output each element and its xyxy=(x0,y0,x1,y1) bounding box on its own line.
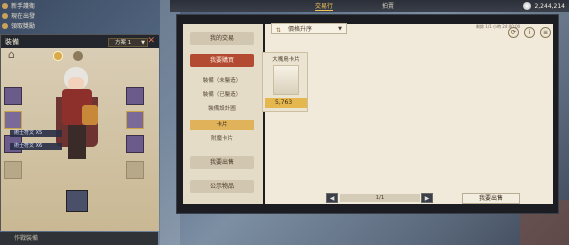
card-image xyxy=(273,65,299,95)
equipment-title: 裝備 xyxy=(5,37,19,46)
sidebar-notices[interactable]: 公示物品 xyxy=(190,180,254,193)
close-icon[interactable]: ✕ xyxy=(147,36,155,46)
top-left-row-2[interactable]: 現在出發 xyxy=(2,11,35,20)
equipment-tabs xyxy=(53,51,83,61)
right-controls-3: ≡ xyxy=(540,27,551,38)
sidebar-sub-0[interactable]: 裝備（未鑿造） xyxy=(190,76,254,86)
tab-market[interactable]: 交易行 xyxy=(315,1,334,11)
item-card-name: 大嘴鳥卡片 xyxy=(272,57,300,63)
equip-slot-offhand[interactable] xyxy=(66,190,88,212)
sidebar-sell[interactable]: 我要出售 xyxy=(190,156,254,169)
silver-coin-icon xyxy=(523,2,532,10)
top-left-row-3[interactable]: 領取獎勵 xyxy=(2,21,35,30)
currency-display: 2,244,214 xyxy=(523,0,565,12)
trade-content xyxy=(265,24,553,204)
gear-icon xyxy=(2,2,8,9)
chevron-down-icon: ▼ xyxy=(141,40,145,46)
right-controls: ⟳ xyxy=(508,27,519,38)
tab-auction[interactable]: 拍賣 xyxy=(382,1,394,10)
equip-slot-head[interactable] xyxy=(4,87,22,105)
equipment-footer: 作戰裝備 xyxy=(0,232,158,245)
sort-icon: ⇅ xyxy=(276,27,282,34)
top-left-row-1[interactable]: 新手護衛 xyxy=(2,1,35,10)
top-bar: 交易行 拍賣 2,244,214 xyxy=(170,0,569,12)
sidebar-my-trade[interactable]: 我的交易 xyxy=(190,32,254,45)
character-model xyxy=(52,65,102,175)
trade-sidebar: 我的交易 我要購買 裝備（未鑿造） 裝備（已鑿造） 裝備設計圖 卡片 附魔卡片 … xyxy=(183,24,263,204)
quest-icon xyxy=(2,12,8,19)
tab-equipment[interactable] xyxy=(53,51,63,61)
item-card[interactable]: 大嘴鳥卡片 5,763 xyxy=(262,52,308,112)
plan-select[interactable]: 方案 1 ▼ xyxy=(108,38,148,47)
sidebar-sub-4[interactable]: 附魔卡片 xyxy=(190,134,254,144)
next-page-button[interactable]: ▶ xyxy=(421,193,433,203)
equip-slot-accessory[interactable] xyxy=(126,135,144,153)
page-indicator: 1/1 xyxy=(340,194,420,202)
equip-slot-weapon[interactable] xyxy=(126,111,144,129)
tab-costume[interactable] xyxy=(73,51,83,61)
prev-page-button[interactable]: ◀ xyxy=(326,193,338,203)
info-icon[interactable]: i xyxy=(524,27,535,38)
sidebar-sub-1[interactable]: 裝備（已鑿造） xyxy=(190,90,254,100)
equip-slot-shoes[interactable] xyxy=(4,161,22,179)
chevron-down-icon: ▼ xyxy=(338,26,342,32)
sort-alt-icon[interactable]: ≡ xyxy=(540,27,551,38)
skill-bar-2: 術士符文 X6 xyxy=(10,143,62,150)
reward-icon xyxy=(2,22,8,29)
refresh-icon[interactable]: ⟳ xyxy=(508,27,519,38)
sidebar-sub-2[interactable]: 裝備設計圖 xyxy=(190,104,254,114)
sort-select[interactable]: ⇅ 價格升序 ▼ xyxy=(271,23,347,34)
sell-button[interactable]: 我要出售 xyxy=(462,193,520,204)
item-card-price: 5,763 xyxy=(265,98,307,108)
house-icon[interactable]: ⌂ xyxy=(8,49,20,60)
equip-slot-armor[interactable] xyxy=(4,111,22,129)
sidebar-buy[interactable]: 我要購買 xyxy=(190,54,254,67)
equip-slot-face[interactable] xyxy=(126,87,144,105)
equip-slot-ring[interactable] xyxy=(126,161,144,179)
skill-bar-1: 術士符文 X5 xyxy=(10,130,62,137)
right-controls-2: i xyxy=(524,27,535,38)
sidebar-sub-3[interactable]: 卡片 xyxy=(190,120,254,130)
